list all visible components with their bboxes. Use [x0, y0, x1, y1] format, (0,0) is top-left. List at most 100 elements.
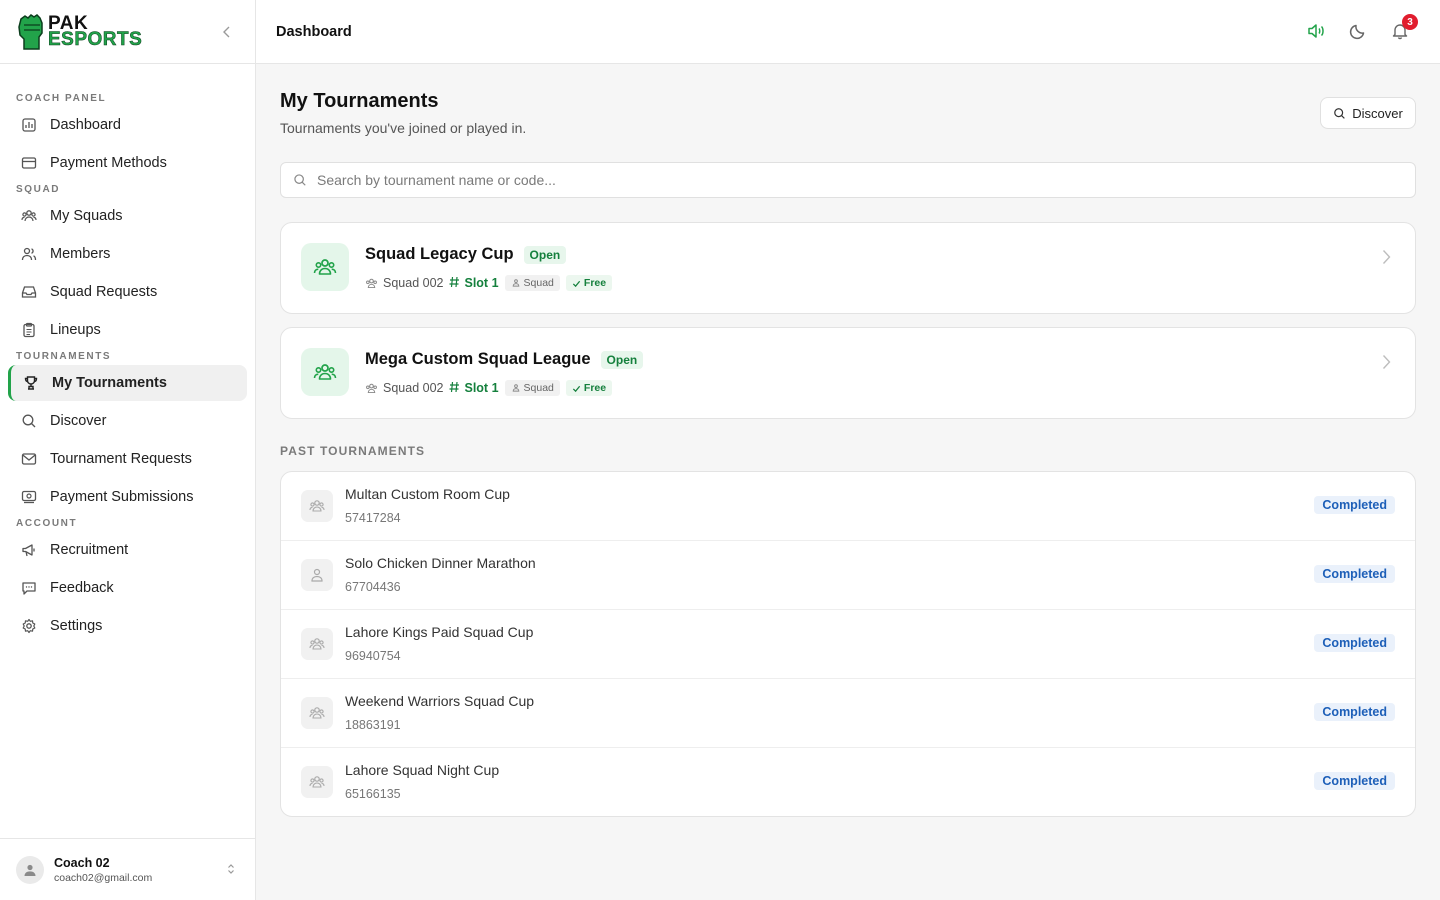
squad-icon [301, 243, 349, 291]
gear-icon [20, 617, 38, 635]
list-item[interactable]: Weekend Warriors Squad Cup 18863191 Comp… [281, 679, 1415, 748]
sound-toggle-button[interactable] [1306, 20, 1326, 42]
mode-label: Squad [523, 277, 554, 289]
squad-info: Squad 002 [365, 276, 443, 290]
sidebar-item-members[interactable]: Members [8, 236, 247, 272]
user-menu[interactable]: Coach 02 coach02@gmail.com [0, 838, 255, 900]
users-icon [301, 766, 333, 798]
hash-icon [449, 381, 460, 396]
list-item[interactable]: Solo Chicken Dinner Marathon 67704436 Co… [281, 541, 1415, 610]
list-item[interactable]: Multan Custom Room Cup 57417284 Complete… [281, 472, 1415, 541]
receipt-icon [20, 488, 38, 506]
sidebar-item-squad-requests[interactable]: Squad Requests [8, 274, 247, 310]
main-content: My Tournaments Tournaments you've joined… [280, 64, 1416, 817]
user-icon [301, 559, 333, 591]
inbox-icon [20, 283, 38, 301]
page-header: My Tournaments Tournaments you've joined… [280, 64, 1416, 162]
fee-chip: Free [565, 275, 613, 291]
sidebar-item-label: Dashboard [50, 117, 121, 133]
brand-wordmark: PAK ESPORTS [48, 14, 143, 50]
theme-toggle-button[interactable] [1348, 20, 1368, 42]
tournament-meta: Squad 002 Slot 1 Squad Free [365, 275, 613, 291]
users-icon [301, 697, 333, 729]
slot-info: Slot 1 [449, 381, 499, 396]
sidebar-item-settings[interactable]: Settings [8, 608, 247, 644]
clipboard-icon [20, 321, 38, 339]
mode-label: Squad [523, 382, 554, 394]
speaker-icon [1308, 24, 1324, 38]
sidebar-item-label: Lineups [50, 322, 101, 338]
brand-line2: ESPORTS [48, 28, 143, 50]
status-badge: Open [600, 350, 644, 369]
chart-icon [20, 116, 38, 134]
status-badge: Open [523, 245, 567, 264]
sidebar-item-feedback[interactable]: Feedback [8, 570, 247, 606]
past-tournament-code: 96940754 [345, 649, 401, 663]
fee-label: Free [583, 277, 607, 289]
sidebar-item-label: Payment Submissions [50, 489, 194, 505]
mail-icon [20, 450, 38, 468]
squad-name: Squad 002 [383, 381, 444, 395]
sidebar-item-recruitment[interactable]: Recruitment [8, 532, 247, 568]
search-icon [1334, 107, 1346, 119]
notification-badge: 3 [1402, 14, 1418, 30]
past-tournament-code: 18863191 [345, 718, 401, 732]
fee-chip: Free [565, 380, 613, 396]
sidebar-item-my-tournaments[interactable]: My Tournaments [8, 365, 247, 401]
list-item[interactable]: Lahore Squad Night Cup 65166135 Complete… [281, 748, 1415, 816]
brand-logo[interactable]: PAK ESPORTS [16, 13, 142, 51]
sidebar: PAK ESPORTS COACH PANEL Dashboard Paymen… [0, 0, 256, 900]
past-tournament-name: Lahore Squad Night Cup [345, 762, 500, 778]
sidebar-item-dashboard[interactable]: Dashboard [8, 107, 247, 143]
tournament-title-row: Mega Custom Squad League Open [365, 350, 644, 369]
status-badge: Completed [1314, 703, 1395, 721]
users-icon [301, 628, 333, 660]
sidebar-item-discover[interactable]: Discover [8, 403, 247, 439]
past-tournament-name: Lahore Kings Paid Squad Cup [345, 624, 534, 640]
past-tournament-name: Solo Chicken Dinner Marathon [345, 555, 536, 571]
sidebar-item-lineups[interactable]: Lineups [8, 312, 247, 348]
users-icon [512, 384, 519, 392]
slot-info: Slot 1 [449, 276, 499, 291]
past-tournament-code: 67704436 [345, 580, 401, 594]
chevron-left-icon [223, 26, 230, 38]
sidebar-item-tournament-requests[interactable]: Tournament Requests [8, 441, 247, 477]
hash-icon [449, 276, 460, 291]
sidebar-item-my-squads[interactable]: My Squads [8, 198, 247, 234]
header-title: Dashboard [276, 23, 352, 40]
search-input[interactable] [317, 172, 1415, 188]
past-tournaments-heading: PAST TOURNAMENTS [280, 444, 426, 458]
page-title: My Tournaments [280, 90, 439, 112]
nav-group-label-tournaments: TOURNAMENTS [16, 351, 112, 362]
user-avatar-icon [24, 864, 36, 876]
logo-bar: PAK ESPORTS [0, 0, 255, 64]
status-badge: Completed [1314, 772, 1395, 790]
mode-chip: Squad [504, 275, 560, 291]
megaphone-icon [20, 541, 38, 559]
page-subtitle: Tournaments you've joined or played in. [280, 120, 527, 136]
user-info: Coach 02 coach02@gmail.com [54, 856, 152, 884]
search-icon [293, 173, 307, 187]
sidebar-item-label: Feedback [50, 580, 114, 596]
users-icon [301, 490, 333, 522]
status-badge: Completed [1314, 634, 1395, 652]
users-icon [512, 279, 519, 287]
tournament-search [280, 162, 1416, 198]
notifications-button[interactable]: 3 [1390, 14, 1418, 42]
check-icon [572, 280, 581, 287]
users-icon [366, 383, 377, 393]
check-icon [572, 385, 581, 392]
search-icon [20, 412, 38, 430]
sidebar-item-payment-submissions[interactable]: Payment Submissions [8, 479, 247, 515]
users-icon [20, 207, 38, 225]
sidebar-item-label: Discover [50, 413, 107, 429]
tournament-card[interactable]: Mega Custom Squad League Open Squad 002 … [280, 327, 1416, 419]
list-item[interactable]: Lahore Kings Paid Squad Cup 96940754 Com… [281, 610, 1415, 679]
collapse-sidebar-button[interactable] [221, 24, 233, 40]
mode-chip: Squad [504, 380, 560, 396]
status-badge: Completed [1314, 496, 1395, 514]
sidebar-item-payment-methods[interactable]: Payment Methods [8, 145, 247, 181]
discover-button[interactable]: Discover [1320, 97, 1416, 129]
slot-label: Slot 1 [464, 381, 499, 395]
tournament-card[interactable]: Squad Legacy Cup Open Squad 002 Slot 1 S… [280, 222, 1416, 314]
